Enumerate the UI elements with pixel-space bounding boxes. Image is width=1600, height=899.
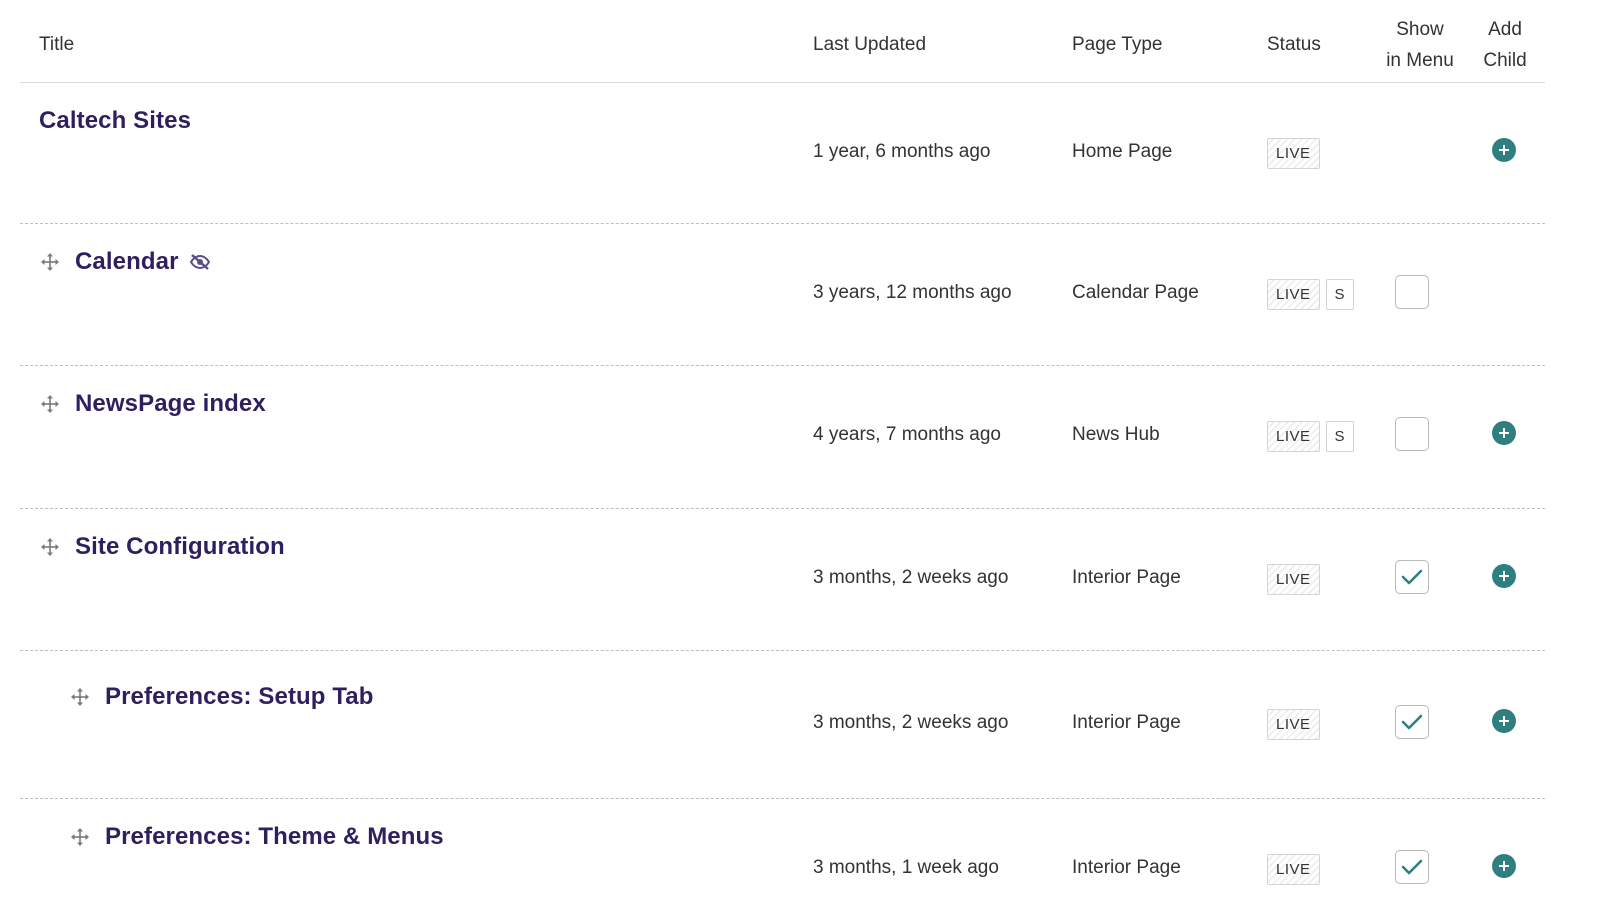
- last-updated-value: 3 years, 12 months ago: [813, 282, 1012, 303]
- page-type-value: News Hub: [1072, 424, 1160, 445]
- show-in-menu-checkbox[interactable]: [1395, 850, 1429, 884]
- drag-handle-icon[interactable]: [39, 393, 61, 415]
- page-title-link[interactable]: Site Configuration: [75, 533, 285, 561]
- column-header-page-type[interactable]: Page Type: [1072, 29, 1163, 60]
- checkmark-icon: [1401, 858, 1423, 876]
- status-cell: LIVE: [1267, 564, 1320, 595]
- status-badge: LIVE: [1267, 709, 1320, 740]
- table-row: Preferences: Setup Tab 3 months, 2 weeks …: [20, 651, 1545, 799]
- column-header-add-child-line2: Child: [1483, 50, 1527, 71]
- page-title-link[interactable]: Preferences: Theme & Menus: [105, 823, 444, 851]
- status-cell: LIVE: [1267, 709, 1320, 740]
- last-updated-value: 3 months, 2 weeks ago: [813, 567, 1009, 588]
- drag-handle-icon[interactable]: [39, 536, 61, 558]
- add-child-button[interactable]: [1492, 138, 1516, 162]
- column-header-add-child-line1: Add: [1488, 19, 1522, 40]
- status-cell: LIVE: [1267, 854, 1320, 885]
- column-header-show-in-menu-line1: Show: [1396, 19, 1444, 40]
- show-in-menu-checkbox[interactable]: [1395, 275, 1429, 309]
- last-updated-value: 1 year, 6 months ago: [813, 141, 991, 162]
- plus-circle-icon: [1498, 570, 1510, 582]
- drag-handle-icon[interactable]: [69, 686, 91, 708]
- plus-circle-icon: [1498, 860, 1510, 872]
- column-header-status[interactable]: Status: [1267, 29, 1321, 60]
- table-row: Calendar 3 years, 12 months ago Calendar P…: [20, 224, 1545, 366]
- show-in-menu-checkbox[interactable]: [1395, 705, 1429, 739]
- status-cell: LIVE S: [1267, 421, 1355, 452]
- column-header-add-child[interactable]: Add Child: [1470, 14, 1540, 76]
- page-type-value: Interior Page: [1072, 567, 1181, 588]
- drag-handle-icon[interactable]: [39, 251, 61, 273]
- show-in-menu-checkbox[interactable]: [1395, 560, 1429, 594]
- page-type-value: Home Page: [1072, 141, 1173, 162]
- status-cell: LIVE: [1267, 138, 1320, 169]
- column-header-title[interactable]: Title: [39, 29, 74, 60]
- table-row: Site Configuration 3 months, 2 weeks ago I…: [20, 509, 1545, 651]
- table-row: NewsPage index 4 years, 7 months ago News …: [20, 366, 1545, 509]
- row-title-cell: Calendar: [39, 248, 211, 276]
- plus-circle-icon: [1498, 144, 1510, 156]
- drag-handle-icon[interactable]: [69, 826, 91, 848]
- eye-slash-icon: [189, 253, 211, 271]
- page-tree-table: Title Last Updated Page Type Status Show…: [20, 0, 1545, 899]
- row-title-cell: Preferences: Theme & Menus: [69, 823, 444, 851]
- page-type-value: Interior Page: [1072, 712, 1181, 733]
- show-in-menu-checkbox[interactable]: [1395, 417, 1429, 451]
- status-badge: LIVE: [1267, 854, 1320, 885]
- table-row: Preferences: Theme & Menus 3 months, 1 we…: [20, 799, 1545, 899]
- last-updated-value: 3 months, 2 weeks ago: [813, 712, 1009, 733]
- row-title-cell: Caltech Sites: [39, 107, 191, 135]
- add-child-button[interactable]: [1492, 709, 1516, 733]
- add-child-button[interactable]: [1492, 564, 1516, 588]
- last-updated-value: 4 years, 7 months ago: [813, 424, 1001, 445]
- page-title-link[interactable]: NewsPage index: [75, 390, 266, 418]
- row-title-cell: NewsPage index: [39, 390, 266, 418]
- status-cell: LIVE S: [1267, 279, 1355, 310]
- table-row: Caltech Sites 1 year, 6 months ago Home Pa…: [20, 83, 1545, 224]
- column-header-show-in-menu-line2: in Menu: [1386, 50, 1454, 71]
- status-badge: LIVE: [1267, 564, 1320, 595]
- page-title-link[interactable]: Calendar: [75, 248, 179, 276]
- page-title-link[interactable]: Caltech Sites: [39, 107, 191, 135]
- table-header: Title Last Updated Page Type Status Show…: [20, 0, 1545, 83]
- row-title-cell: Preferences: Setup Tab: [69, 683, 374, 711]
- column-header-last-updated[interactable]: Last Updated: [813, 29, 926, 60]
- status-badge: LIVE: [1267, 279, 1320, 310]
- page-type-value: Interior Page: [1072, 857, 1181, 878]
- status-badge: LIVE: [1267, 138, 1320, 169]
- page-type-value: Calendar Page: [1072, 282, 1199, 303]
- last-updated-value: 3 months, 1 week ago: [813, 857, 999, 878]
- checkmark-icon: [1401, 568, 1423, 586]
- add-child-button[interactable]: [1492, 421, 1516, 445]
- status-extra-badge: S: [1325, 421, 1355, 452]
- column-header-show-in-menu[interactable]: Show in Menu: [1375, 14, 1465, 76]
- table-body: Caltech Sites 1 year, 6 months ago Home Pa…: [20, 83, 1545, 899]
- page-title-link[interactable]: Preferences: Setup Tab: [105, 683, 374, 711]
- plus-circle-icon: [1498, 715, 1510, 727]
- row-title-cell: Site Configuration: [39, 533, 285, 561]
- add-child-button[interactable]: [1492, 854, 1516, 878]
- plus-circle-icon: [1498, 427, 1510, 439]
- checkmark-icon: [1401, 713, 1423, 731]
- status-extra-badge: S: [1325, 279, 1355, 310]
- status-badge: LIVE: [1267, 421, 1320, 452]
